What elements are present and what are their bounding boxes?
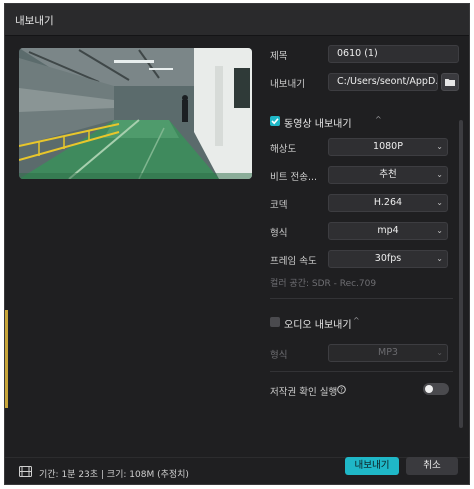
title-label: 제목 bbox=[270, 51, 288, 62]
audio-format-value: MP3 bbox=[378, 347, 398, 358]
bitrate-label: 비트 전송... bbox=[270, 172, 318, 183]
codec-select[interactable]: H.264 ⌄ bbox=[328, 194, 448, 212]
browse-folder-button[interactable] bbox=[441, 73, 459, 91]
resolution-select[interactable]: 1080P ⌄ bbox=[328, 138, 448, 156]
copyright-check-toggle[interactable] bbox=[423, 383, 449, 395]
video-preview-thumbnail bbox=[19, 48, 252, 179]
bitrate-select[interactable]: 추천 ⌄ bbox=[328, 166, 448, 184]
chevron-up-icon[interactable]: ^ bbox=[353, 316, 360, 325]
framerate-select[interactable]: 30fps ⌄ bbox=[328, 250, 448, 268]
audio-section-label: 오디오 내보내기 bbox=[284, 320, 352, 331]
chevron-down-icon: ⌄ bbox=[436, 254, 443, 263]
info-circle-icon[interactable]: ? bbox=[337, 385, 346, 394]
color-space-text: 컬러 공간: SDR - Rec.709 bbox=[270, 279, 377, 289]
format-label: 형식 bbox=[270, 228, 288, 239]
chevron-down-icon: ⌄ bbox=[436, 226, 443, 235]
section-divider bbox=[270, 298, 453, 299]
dialog-footer: 기간: 1분 23초 | 크기: 108M (추정치) bbox=[5, 457, 469, 485]
settings-scrollbar[interactable] bbox=[459, 120, 463, 428]
section-divider bbox=[270, 371, 453, 372]
folder-icon bbox=[445, 79, 455, 86]
codec-value: H.264 bbox=[373, 197, 403, 208]
background-edge-strip bbox=[5, 310, 8, 408]
audio-format-select[interactable]: MP3 ⌄ bbox=[328, 344, 448, 362]
chevron-down-icon: ⌄ bbox=[436, 348, 443, 357]
title-input[interactable]: 0610 (1) bbox=[328, 45, 459, 63]
chevron-down-icon: ⌄ bbox=[436, 170, 443, 179]
export-button[interactable]: 내보내기 bbox=[345, 457, 399, 475]
toggle-knob bbox=[425, 385, 433, 393]
chevron-up-icon[interactable]: ^ bbox=[375, 115, 382, 124]
resolution-value: 1080P bbox=[373, 141, 403, 152]
film-icon bbox=[19, 466, 32, 477]
framerate-label: 프레임 속도 bbox=[270, 256, 317, 267]
format-value: mp4 bbox=[377, 225, 399, 236]
export-path-input[interactable]: C:/Users/seont/AppD... bbox=[328, 73, 438, 91]
chevron-down-icon: ⌄ bbox=[436, 198, 443, 207]
copyright-check-label: 저작권 확인 실행 bbox=[270, 387, 338, 398]
framerate-value: 30fps bbox=[374, 253, 402, 264]
codec-label: 코덱 bbox=[270, 200, 288, 211]
audio-export-checkbox[interactable] bbox=[270, 317, 280, 327]
cancel-button[interactable]: 취소 bbox=[406, 457, 458, 475]
video-section-label: 동영상 내보내기 bbox=[284, 119, 352, 130]
format-select[interactable]: mp4 ⌄ bbox=[328, 222, 448, 240]
dialog-title: 내보내기 bbox=[15, 15, 54, 27]
resolution-label: 해상도 bbox=[270, 144, 297, 155]
checkbox-check-icon bbox=[271, 118, 279, 125]
export-info-text: 기간: 1분 23초 | 크기: 108M (추정치) bbox=[39, 470, 189, 480]
bitrate-value: 추천 bbox=[379, 169, 397, 180]
export-dialog: 내보내기 제목 0610 (1) 내보내기 C:/Users/seont/App… bbox=[4, 3, 470, 485]
title-bar: 내보내기 bbox=[5, 4, 469, 36]
video-export-checkbox[interactable] bbox=[270, 116, 280, 126]
export-path-label: 내보내기 bbox=[270, 79, 305, 90]
audio-format-label: 형식 bbox=[270, 350, 288, 361]
chevron-down-icon: ⌄ bbox=[436, 142, 443, 151]
svg-text:?: ? bbox=[340, 387, 343, 394]
